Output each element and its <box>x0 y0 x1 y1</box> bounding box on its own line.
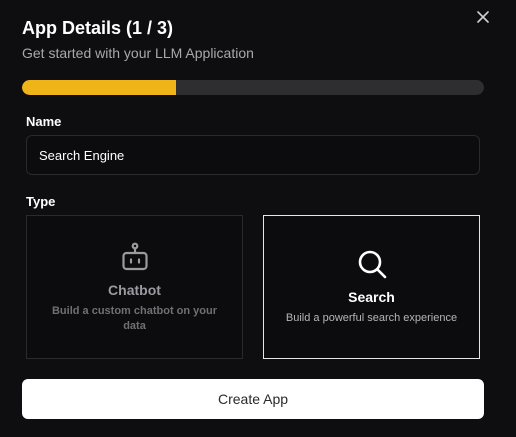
create-app-button[interactable]: Create App <box>22 379 484 419</box>
progress-fill <box>22 80 176 95</box>
chatbot-description: Build a custom chatbot on your data <box>51 304 217 332</box>
search-title: Search <box>348 289 395 305</box>
dialog-subtitle: Get started with your LLM Application <box>22 45 254 61</box>
name-label: Name <box>26 114 62 129</box>
type-option-search[interactable]: Search Build a powerful search experienc… <box>263 215 480 359</box>
close-button[interactable] <box>474 10 492 28</box>
progress-bar <box>22 80 484 95</box>
search-description: Build a powerful search experience <box>285 312 458 324</box>
name-input[interactable] <box>26 135 480 175</box>
dialog-title: App Details (1 / 3) <box>22 18 174 38</box>
search-icon <box>356 248 388 285</box>
chatbot-title: Chatbot <box>108 281 161 298</box>
type-label: Type <box>26 194 56 209</box>
robot-icon <box>119 241 151 278</box>
type-option-chatbot[interactable]: Chatbot Build a custom chatbot on your d… <box>26 215 243 359</box>
app-details-dialog: App Details (1 / 3) Get started with you… <box>0 0 516 437</box>
close-icon <box>477 10 489 28</box>
